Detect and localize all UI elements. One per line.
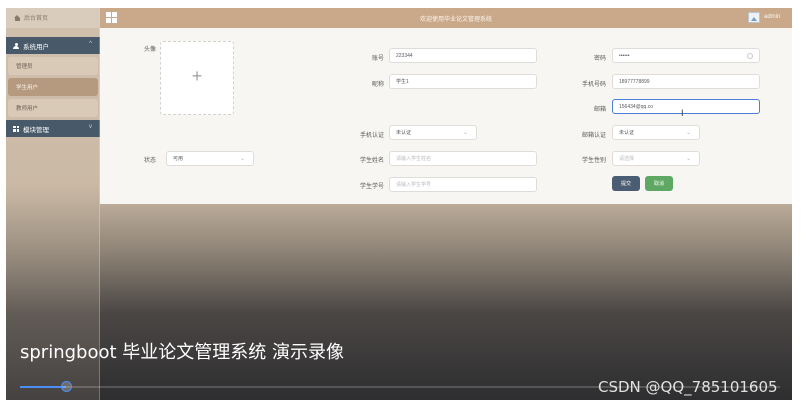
email-label: 邮箱 — [593, 107, 606, 113]
student-name-input[interactable]: 请输入学生姓名 — [389, 151, 537, 166]
text-cursor: I — [681, 108, 684, 118]
home-label: 后台首页 — [24, 16, 49, 22]
avatar-icon[interactable] — [748, 12, 760, 23]
chevron-down-icon: v — [89, 124, 92, 130]
student-gender-placeholder: 请选择 — [619, 156, 635, 162]
account-input[interactable]: 223344 — [389, 48, 537, 63]
chevron-down-icon: ⌄ — [462, 130, 468, 136]
phone-verify-label: 手机认证 — [359, 133, 384, 139]
email-verify-label: 邮箱认证 — [581, 133, 606, 139]
user-name[interactable]: admin — [764, 14, 780, 20]
student-id-placeholder: 请输入学生学号 — [396, 182, 432, 188]
sidebar-item-students[interactable]: 学生用户 — [8, 78, 98, 96]
phone-verify-value: 未认证 — [396, 130, 412, 136]
status-select[interactable]: 可用 ⌄ — [166, 151, 254, 166]
nickname-label: 昵称 — [371, 82, 384, 88]
grid-icon[interactable] — [106, 12, 117, 23]
student-name-placeholder: 请输入学生姓名 — [396, 156, 432, 162]
email-value: 156434@qq.co — [619, 103, 653, 110]
password-input[interactable]: •••••• — [612, 48, 760, 63]
welcome-title: 欢迎使用毕业论文管理系统 — [419, 17, 492, 23]
student-id-input[interactable]: 请输入学生学号 — [389, 177, 537, 192]
status-label: 状态 — [143, 158, 156, 164]
nickname-input[interactable]: 学生1 — [389, 74, 537, 89]
password-value: •••••• — [619, 52, 630, 59]
avatar-label: 头像 — [143, 47, 156, 53]
header-left: 后台首页 — [6, 8, 100, 28]
home-icon — [14, 14, 21, 21]
video-progress-handle[interactable] — [61, 381, 72, 392]
plus-icon: + — [191, 66, 203, 86]
student-name-label: 学生姓名 — [359, 158, 384, 164]
student-gender-select[interactable]: 请选择 ⌄ — [612, 151, 700, 166]
phone-label: 手机号码 — [581, 82, 606, 88]
account-label: 账号 — [371, 56, 384, 62]
eye-icon[interactable] — [747, 53, 753, 59]
video-progress-fill — [20, 386, 66, 388]
video-caption: springboot 毕业论文管理系统 演示录像 — [20, 342, 344, 363]
chevron-down-icon: ⌄ — [685, 130, 691, 136]
status-value: 可用 — [173, 156, 184, 162]
phone-value: 18977778899 — [619, 78, 650, 85]
account-value: 223344 — [396, 52, 413, 59]
submit-button[interactable]: 提交 — [612, 176, 640, 191]
cancel-button[interactable]: 取消 — [645, 176, 673, 191]
avatar-upload[interactable]: + — [160, 41, 234, 115]
phone-input[interactable]: 18977778899 — [612, 74, 760, 89]
watermark: CSDN @QQ_785101605 — [598, 378, 778, 396]
menu-system-users[interactable]: 系统用户 ^ — [6, 37, 100, 54]
menu-modules[interactable]: 模块管理 v — [6, 120, 100, 137]
home-link[interactable]: 后台首页 — [14, 13, 48, 22]
nickname-value: 学生1 — [396, 79, 409, 85]
email-input[interactable]: 156434@qq.co — [612, 99, 760, 114]
email-verify-select[interactable]: 未认证 ⌄ — [612, 125, 700, 140]
sidebar-item-admin[interactable]: 管理员 — [8, 57, 98, 75]
student-id-label: 学生学号 — [359, 184, 384, 190]
menu-system-users-label: 系统用户 — [23, 43, 49, 51]
sidebar-item-teachers[interactable]: 教师用户 — [8, 99, 98, 117]
chevron-up-icon: ^ — [89, 41, 92, 47]
user-icon — [13, 42, 19, 49]
phone-verify-select[interactable]: 未认证 ⌄ — [389, 125, 477, 140]
chevron-down-icon: ⌄ — [239, 156, 245, 162]
password-label: 密码 — [593, 56, 606, 62]
chevron-down-icon: ⌄ — [685, 156, 691, 162]
email-verify-value: 未认证 — [619, 130, 635, 136]
student-gender-label: 学生性别 — [581, 158, 606, 164]
menu-modules-label: 模块管理 — [23, 126, 49, 134]
module-icon — [13, 125, 19, 132]
